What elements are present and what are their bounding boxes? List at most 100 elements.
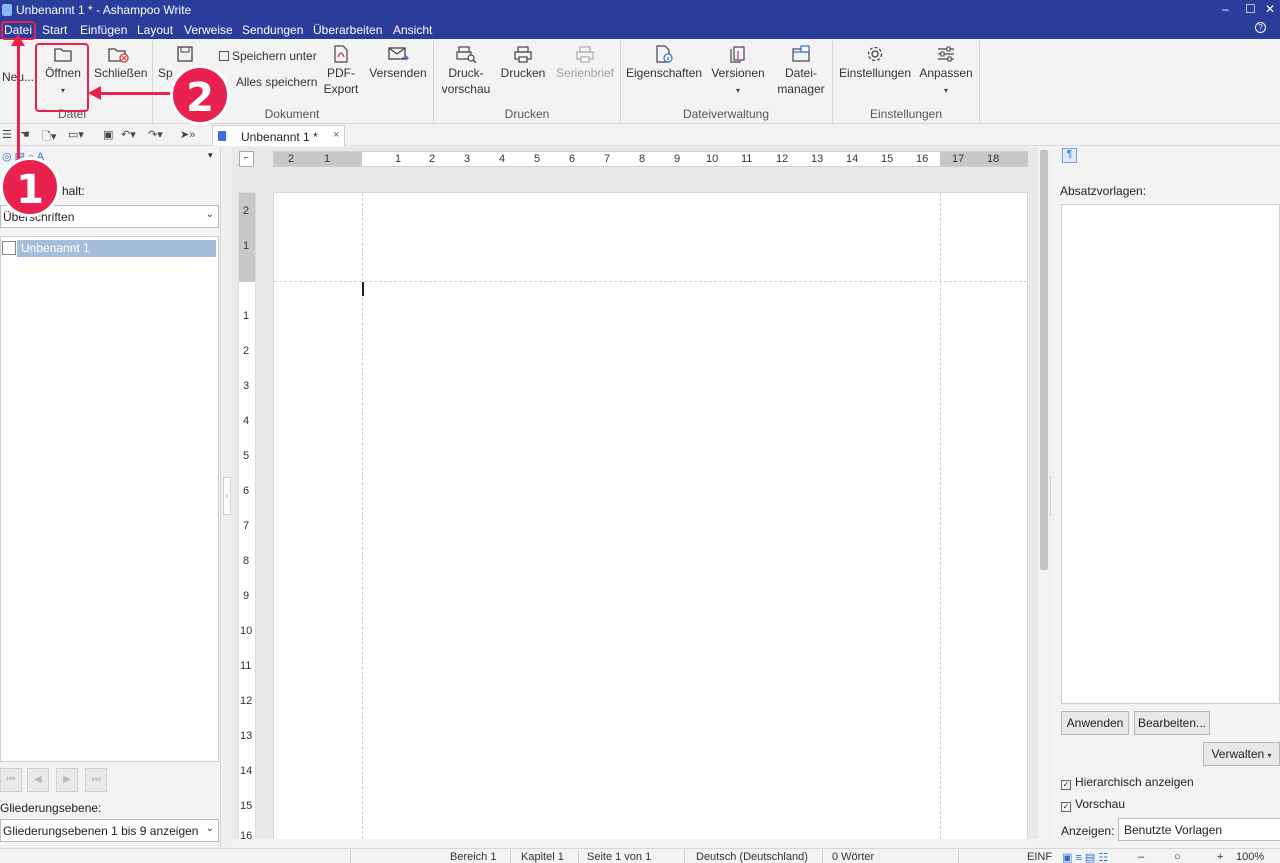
manage-button[interactable]: Verwalten ▾: [1203, 742, 1280, 766]
ruler-tick: 17: [952, 153, 965, 165]
menu-start[interactable]: Start: [42, 23, 67, 37]
show-styles-select[interactable]: Benutzte Vorlagen: [1118, 818, 1280, 841]
pdf-export-button[interactable]: PDF- Export: [320, 45, 362, 97]
gear-icon: [867, 46, 883, 62]
ruler-tick: 1: [243, 240, 250, 252]
menu-bar: Datei Start Einfügen Layout Verweise Sen…: [0, 20, 1280, 39]
ruler-tick: 16: [916, 153, 929, 165]
preview-checkbox[interactable]: ✓ Vorschau: [1061, 797, 1125, 812]
undo-icon[interactable]: ↶▾: [121, 128, 136, 141]
save-all-button[interactable]: Alles speichern: [236, 75, 317, 89]
ruler-tick: 10: [240, 625, 253, 637]
ruler-tick: 2: [243, 345, 250, 357]
ruler-tick: 7: [604, 153, 611, 165]
apply-button[interactable]: Anwenden: [1061, 711, 1129, 735]
document-tab[interactable]: Unbenannt 1 * ×: [212, 125, 345, 146]
document-page[interactable]: [273, 192, 1028, 840]
save-as-button[interactable]: Speichern unter: [219, 49, 317, 63]
title-bar: Unbenannt 1 * - Ashampoo Write – ☐ ✕: [0, 0, 1280, 20]
file-manager-icon: [792, 45, 810, 62]
tab-stop-selector[interactable]: ⌐: [239, 151, 254, 167]
document-info-icon: [656, 45, 673, 63]
edit-button[interactable]: Bearbeiten...: [1134, 711, 1210, 735]
list-icon[interactable]: ☰: [2, 128, 12, 141]
save-as-icon: [219, 51, 229, 61]
save-icon[interactable]: ▣: [103, 128, 113, 141]
close-window-button[interactable]: ✕: [1265, 2, 1275, 16]
annotation-arrow-line-1: [17, 44, 20, 164]
zoom-in-icon[interactable]: +: [1217, 851, 1223, 863]
maximize-button[interactable]: ☐: [1245, 2, 1256, 16]
pointer-icon[interactable]: ➤»: [180, 128, 195, 141]
scrollbar-thumb[interactable]: [1040, 150, 1048, 570]
help-icon[interactable]: ?: [1255, 22, 1266, 33]
new-doc-icon[interactable]: 🗋▾: [42, 128, 56, 147]
last-page-button[interactable]: ⏭: [85, 768, 107, 792]
customize-button[interactable]: Anpassen ▾: [918, 45, 974, 99]
view-mode-icons[interactable]: ▣ ≡ ▤ ☷: [1062, 851, 1108, 863]
folder-close-icon: [108, 48, 129, 63]
group-separator: [620, 41, 621, 123]
properties-button[interactable]: Eigenschaften: [626, 45, 702, 81]
ruler-tick: 4: [499, 153, 506, 165]
status-insert-mode[interactable]: EINF: [1027, 851, 1052, 863]
next-page-button[interactable]: ▶: [56, 768, 78, 792]
ruler-tick: 3: [464, 153, 471, 165]
versions-button[interactable]: Versionen ▾: [710, 45, 766, 99]
ruler-tick: 15: [881, 153, 894, 165]
floppy-disk-icon: [177, 46, 193, 62]
tree-checkbox[interactable]: [2, 241, 16, 255]
navigator-pane: ◎ ▤ ⌕ A ▾ halt: Überschriften ⌄ Unbenann…: [0, 147, 221, 847]
ruler-tick: 18: [987, 153, 1000, 165]
menu-verweise[interactable]: Verweise: [184, 23, 233, 37]
mail-merge-icon: [576, 46, 594, 63]
open-folder-icon[interactable]: ▭▾: [68, 128, 84, 141]
status-bar: Bereich 1 Kapitel 1 Seite 1 von 1 Deutsc…: [0, 848, 1280, 863]
close-tab-icon[interactable]: ×: [333, 129, 339, 141]
print-button[interactable]: Drucken: [500, 45, 546, 81]
styles-pane: ¶ Absatzvorlagen: Anwenden Bearbeiten...…: [1052, 147, 1280, 847]
settings-button[interactable]: Einstellungen: [838, 45, 912, 81]
pane-menu-chevron-icon[interactable]: ▾: [208, 150, 213, 161]
paragraph-styles-list[interactable]: [1061, 204, 1280, 704]
menu-ueberarbeiten[interactable]: Überarbeiten: [313, 23, 382, 37]
zoom-level[interactable]: 100%: [1236, 851, 1264, 863]
close-doc-button[interactable]: Schließen: [94, 45, 147, 81]
inhalt-label: halt:: [62, 184, 85, 198]
menu-einfuegen[interactable]: Einfügen: [80, 23, 127, 37]
first-page-button[interactable]: ⏮: [0, 768, 22, 792]
print-preview-button[interactable]: Druck- vorschau: [440, 45, 492, 97]
file-manager-button[interactable]: Datei- manager: [774, 45, 828, 97]
horizontal-ruler[interactable]: 2 1 1 2 3 4 5 6 7 8 9 10 11 12 13 14 15 …: [273, 151, 1028, 167]
status-language[interactable]: Deutsch (Deutschland): [696, 851, 808, 863]
ruler-tick: 2: [288, 153, 295, 165]
chevron-down-icon: ▾: [1267, 751, 1272, 760]
redo-icon[interactable]: ↷▾: [148, 128, 163, 141]
status-separator: [958, 850, 959, 863]
ruler-tick: 9: [674, 153, 681, 165]
menu-ansicht[interactable]: Ansicht: [393, 23, 432, 37]
previous-page-button[interactable]: ◀: [27, 768, 49, 792]
menu-sendungen[interactable]: Sendungen: [242, 23, 303, 37]
outline-level-select[interactable]: Gliederungsebenen 1 bis 9 anzeigen ⌄: [0, 819, 219, 842]
hierarchical-checkbox[interactable]: ✓ Hierarchisch anzeigen: [1061, 775, 1194, 790]
mail-merge-button[interactable]: Serienbrief: [555, 45, 615, 81]
left-pane-collapse-handle[interactable]: ‹: [223, 477, 231, 515]
status-separator: [510, 850, 511, 863]
zoom-slider-knob-icon[interactable]: ○: [1174, 851, 1181, 863]
menu-layout[interactable]: Layout: [137, 23, 173, 37]
hand-icon[interactable]: ☚: [20, 128, 30, 141]
ruler-tick: 1: [395, 153, 402, 165]
vertical-scrollbar[interactable]: [1039, 147, 1049, 847]
outline-tree: Unbenannt 1: [0, 236, 219, 762]
zoom-out-icon[interactable]: –: [1138, 851, 1144, 863]
send-button[interactable]: Versenden: [369, 45, 427, 81]
vertical-ruler[interactable]: 2 1 1 2 3 4 5 6 7 8 9 10 11 12 13 14 15 …: [238, 192, 256, 842]
minimize-button[interactable]: –: [1222, 2, 1229, 16]
tree-item-document[interactable]: Unbenannt 1: [17, 240, 216, 257]
window-title: Unbenannt 1 * - Ashampoo Write: [16, 3, 192, 17]
horizontal-scrollbar[interactable]: [232, 839, 1038, 848]
paragraph-styles-icon[interactable]: ¶: [1062, 148, 1077, 163]
status-page: Seite 1 von 1: [587, 851, 652, 863]
ruler-tick: 14: [240, 765, 253, 777]
